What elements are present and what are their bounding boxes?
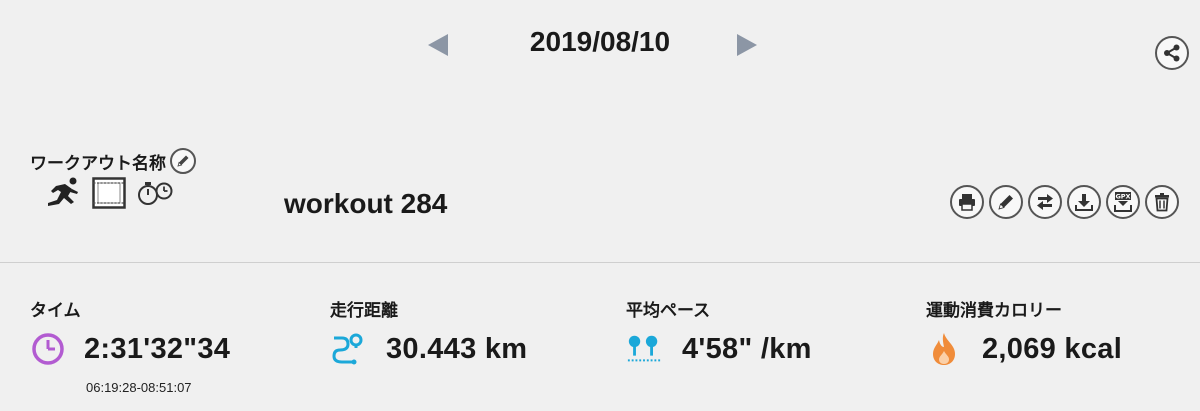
stat-pace: 平均ペース 4'58" /km: [626, 296, 812, 367]
date-navigation: 2019/08/10: [0, 22, 1200, 62]
swap-button[interactable]: [1028, 185, 1062, 219]
section-divider: [0, 262, 1200, 263]
pencil-icon: [177, 155, 189, 167]
stat-pace-label: 平均ペース: [626, 301, 711, 321]
previous-day-button[interactable]: [428, 34, 448, 56]
trash-icon: [1155, 193, 1169, 212]
stat-calories: 運動消費カロリー 2,069 kcal: [926, 296, 1122, 367]
svg-text:GPX: GPX: [1115, 193, 1130, 201]
delete-button[interactable]: [1145, 185, 1179, 219]
stat-calories-value: 2,069 kcal: [982, 332, 1123, 365]
route-icon: [332, 333, 363, 365]
workout-type-icons: [44, 176, 174, 210]
stat-distance-value: 30.443 km: [386, 332, 528, 365]
print-icon: [959, 194, 975, 211]
share-button[interactable]: [1155, 36, 1189, 70]
swap-icon: [1037, 194, 1053, 210]
workout-toolbar: GPX: [950, 185, 1179, 219]
runner-icon: [48, 177, 78, 206]
workout-name: workout 284: [284, 188, 448, 219]
treadmill-icon: [92, 177, 126, 209]
edit-icon: [998, 195, 1013, 210]
download-icon: [1075, 194, 1093, 211]
stat-time: タイム 2:31'32"34: [30, 296, 230, 367]
clock-icon: [32, 333, 64, 365]
workout-name-label: ワークアウト名称: [30, 153, 166, 174]
stat-time-label: タイム: [30, 301, 81, 321]
download-button[interactable]: [1067, 185, 1101, 219]
next-day-button[interactable]: [737, 34, 757, 56]
stopwatch-icon: [138, 182, 173, 205]
workout-date: 2019/08/10: [529, 26, 671, 57]
pace-pins-icon: [627, 335, 661, 362]
stat-distance: 走行距離 30.443 km: [330, 296, 527, 367]
share-icon: [1164, 44, 1180, 62]
stat-time-value: 2:31'32"34: [84, 332, 231, 365]
print-button[interactable]: [950, 185, 984, 219]
gpx-download-icon: GPX: [1114, 192, 1132, 212]
stat-distance-label: 走行距離: [330, 301, 398, 321]
workout-name-label-group: ワークアウト名称: [30, 148, 196, 174]
stat-calories-label: 運動消費カロリー: [926, 301, 1062, 321]
stat-pace-value: 4'58" /km: [682, 332, 812, 365]
flame-icon: [933, 333, 955, 365]
gpx-download-button[interactable]: GPX: [1106, 185, 1140, 219]
time-range: 06:19:28-08:51:07: [86, 380, 192, 395]
edit-name-button[interactable]: [170, 148, 196, 174]
edit-button[interactable]: [989, 185, 1023, 219]
